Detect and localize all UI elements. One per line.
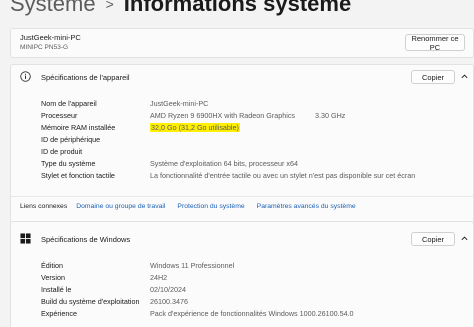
spec-label: Build du système d'exploitation [41, 296, 140, 306]
spec-label: Expérience [41, 308, 77, 318]
link-domain-workgroup[interactable]: Domaine ou groupe de travail [76, 203, 165, 210]
spec-value-frequency: 3.30 GHz [315, 110, 346, 120]
spec-row-device-id: ID de périphérique [41, 133, 415, 145]
spec-value: 26100.3476 [150, 296, 188, 306]
device-specs-list: Nom de l'appareil JustGeek-mini-PC Proce… [41, 97, 415, 181]
spec-label: Type du système [41, 158, 96, 168]
spec-row-device-name: Nom de l'appareil JustGeek-mini-PC [41, 97, 415, 109]
spec-row-experience: Expérience Pack d'expérience de fonction… [41, 307, 354, 319]
page-title: Informations système [123, 0, 352, 16]
pc-name-card: JustGeek-mini-PC MINIPC PN53-G Renommer … [10, 28, 474, 58]
spec-label: Processeur [41, 110, 78, 120]
breadcrumb: Système > Informations système [0, 0, 351, 18]
spec-value: Windows 11 Professionnel [150, 260, 235, 270]
device-specs-title: Spécifications de l'appareil [41, 73, 130, 82]
copy-windows-specs-button[interactable]: Copier [411, 232, 455, 246]
spec-label: Version [41, 272, 65, 282]
spec-label: ID de produit [41, 146, 83, 156]
spec-row-processor: Processeur AMD Ryzen 9 6900HX with Radeo… [41, 109, 415, 121]
link-system-protection[interactable]: Protection du système [177, 203, 244, 210]
spec-label: Nom de l'appareil [41, 98, 97, 108]
related-links-label: Liens connexes [20, 203, 68, 210]
spec-row-os-build: Build du système d'exploitation 26100.34… [41, 295, 354, 307]
spec-row-version: Version 24H2 [41, 271, 354, 283]
spec-value: AMD Ryzen 9 6900HX with Radeon Graphics [150, 110, 296, 120]
breadcrumb-parent[interactable]: Système [0, 0, 96, 17]
spec-value: 02/10/2024 [150, 284, 186, 294]
spec-label: ID de périphérique [41, 134, 101, 144]
rename-pc-button[interactable]: Renommer ce PC [405, 34, 465, 52]
link-advanced-system-settings[interactable]: Paramètres avancés du système [257, 203, 356, 210]
device-specs-header[interactable]: Spécifications de l'appareil Copier [11, 65, 473, 89]
spec-label: Stylet et fonction tactile [41, 170, 115, 180]
breadcrumb-separator: > [105, 0, 114, 12]
spec-row-ram: Mémoire RAM installée 32,0 Go (31,2 Go u… [41, 121, 415, 133]
spec-value-highlighted: 32,0 Go (31,2 Go utilisable) [150, 122, 240, 132]
chevron-up-icon[interactable] [460, 234, 469, 243]
spec-label: Installé le [41, 284, 72, 294]
spec-row-system-type: Type du système Système d'exploitation 6… [41, 157, 415, 169]
windows-specs-list: Édition Windows 11 Professionnel Version… [41, 259, 354, 319]
windows-specs-card: Spécifications de Windows Copier Édition… [10, 221, 474, 327]
spec-row-edition: Édition Windows 11 Professionnel [41, 259, 354, 271]
windows-specs-header[interactable]: Spécifications de Windows Copier [11, 227, 473, 251]
info-icon [20, 71, 31, 82]
spec-value: Pack d'expérience de fonctionnalités Win… [150, 308, 354, 318]
spec-value: Système d'exploitation 64 bits, processe… [150, 158, 298, 168]
windows-logo-icon [20, 233, 31, 244]
pc-name: JustGeek-mini-PC [20, 33, 81, 42]
windows-specs-title: Spécifications de Windows [41, 235, 131, 244]
related-links-bar: Liens connexes Domaine ou groupe de trav… [11, 196, 473, 216]
spec-label: Édition [41, 260, 63, 270]
copy-device-specs-button[interactable]: Copier [411, 70, 455, 84]
spec-value: JustGeek-mini-PC [150, 98, 209, 108]
spec-row-product-id: ID de produit [41, 145, 415, 157]
spec-value: 24H2 [150, 272, 168, 282]
spec-value: La fonctionnalité d'entrée tactile ou av… [150, 170, 416, 180]
spec-row-installed-on: Installé le 02/10/2024 [41, 283, 354, 295]
spec-label: Mémoire RAM installée [41, 122, 116, 132]
chevron-up-icon[interactable] [460, 72, 469, 81]
pc-model: MINIPC PN53-G [20, 44, 69, 51]
spec-row-pen-touch: Stylet et fonction tactile La fonctionna… [41, 169, 415, 181]
